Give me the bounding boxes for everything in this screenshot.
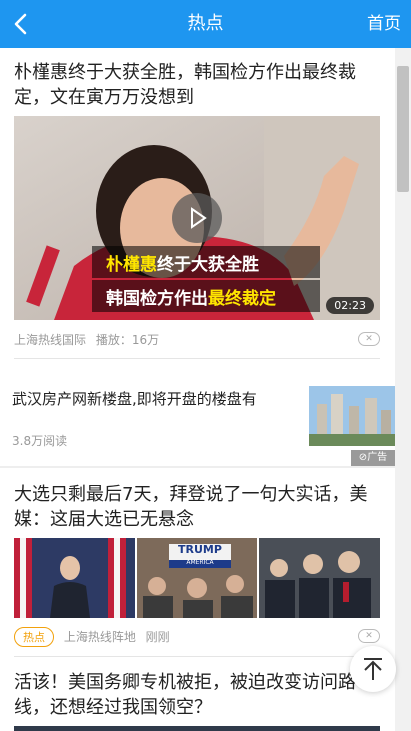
ad-item[interactable]: 武汉房产网新楼盘,即将开盘的楼盘有 3.8万阅读 ⊘广告 (0, 368, 395, 468)
home-link[interactable]: 首页 (367, 0, 401, 48)
caption-text: 终于大获全胜 (157, 255, 259, 275)
dismiss-icon[interactable]: ✕ (358, 629, 380, 643)
divider (0, 466, 395, 468)
publish-time: 刚刚 (145, 630, 170, 644)
headline[interactable]: 大选只剩最后7天，拜登说了一句大实话，美媒：这届大选已无悬念 (14, 482, 380, 532)
news-feed[interactable]: 朴槿惠终于大获全胜，韩国检方作出最终裁定，文在寅万万没想到 朴槿惠终于大获全胜 (0, 48, 395, 731)
play-count: 播放：16万 (95, 333, 160, 347)
caption-text: 韩国检方作出 (106, 289, 208, 309)
ad-thumbnail[interactable] (309, 386, 395, 446)
page-title: 热点 (187, 13, 224, 34)
play-button[interactable] (172, 193, 222, 243)
news-item[interactable]: 活该！美国务卿专机被拒，被迫改变访问路线，还想经过我国领空？ (14, 670, 359, 720)
video-caption-line2: 韩国检方作出最终裁定 (106, 284, 276, 309)
back-to-top-button[interactable] (350, 646, 396, 692)
scrollbar-thumb[interactable] (397, 66, 409, 192)
ad-headline[interactable]: 武汉房产网新楼盘,即将开盘的楼盘有 (12, 388, 297, 409)
news-item-gallery[interactable]: 大选只剩最后7天，拜登说了一句大实话，美媒：这届大选已无悬念 (14, 482, 380, 532)
article-meta: 热点 上海热线阵地 刚刚 (14, 627, 170, 647)
gallery-image-1[interactable] (14, 538, 135, 618)
hot-tag: 热点 (14, 627, 54, 647)
source-name: 上海热线阵地 (63, 630, 136, 644)
read-count: 3.8万阅读 (12, 434, 68, 448)
sign-text-1: TRUMP (178, 543, 222, 556)
crowd-image (259, 538, 380, 618)
ad-icon: ⊘ (358, 452, 368, 463)
news-item-video[interactable]: 朴槿惠终于大获全胜，韩国检方作出最终裁定，文在寅万万没想到 (14, 60, 380, 110)
article-meta: 上海热线国际 播放：16万 (14, 331, 159, 348)
video-caption-line1: 朴槿惠终于大获全胜 (106, 250, 259, 275)
divider (14, 358, 380, 359)
gallery-image-3[interactable] (259, 538, 380, 618)
ad-badge: ⊘广告 (351, 450, 395, 466)
gallery-image-2[interactable]: TRUMP AMERICA (137, 538, 257, 618)
video-thumbnail[interactable]: 朴槿惠终于大获全胜 韩国检方作出最终裁定 02:23 (14, 116, 380, 320)
sign-text-2: AMERICA (186, 559, 214, 566)
arrow-up-icon (364, 658, 382, 680)
building-image (309, 386, 395, 446)
caption-highlight: 朴槿惠 (106, 255, 157, 275)
video-duration: 02:23 (326, 297, 374, 314)
divider (14, 656, 380, 657)
dismiss-icon[interactable]: ✕ (358, 332, 380, 346)
flags-image (14, 538, 135, 618)
headline[interactable]: 朴槿惠终于大获全胜，韩国检方作出最终裁定，文在寅万万没想到 (14, 60, 380, 110)
top-nav-bar: 热点 首页 (0, 0, 411, 48)
source-name: 上海热线国际 (14, 333, 87, 347)
ad-label: 广告 (367, 452, 388, 463)
play-icon (191, 207, 207, 229)
headline[interactable]: 活该！美国务卿专机被拒，被迫改变访问路线，还想经过我国领空？ (14, 670, 359, 720)
next-image-strip (14, 726, 380, 731)
caption-highlight: 最终裁定 (208, 289, 276, 309)
